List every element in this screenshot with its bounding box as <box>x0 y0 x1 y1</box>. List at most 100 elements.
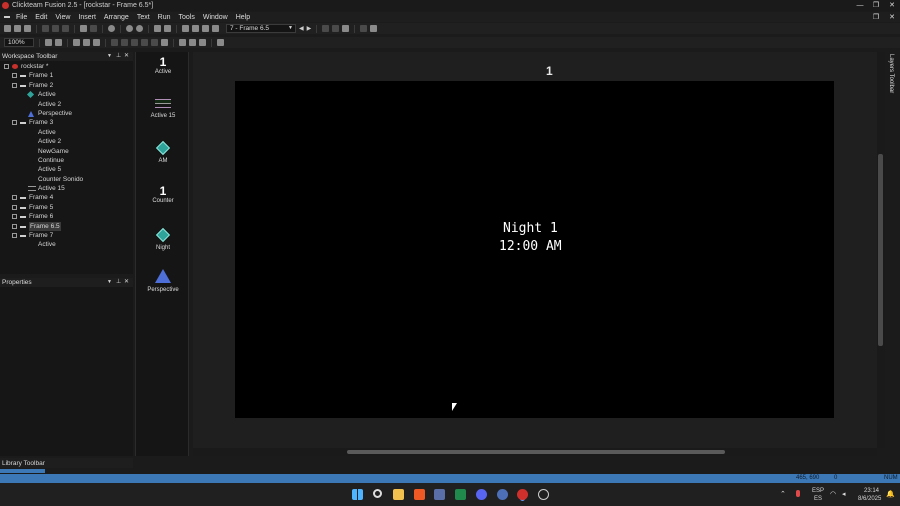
tree-object[interactable]: Active 15 <box>0 184 133 193</box>
object-item[interactable]: 1 Counter <box>136 184 190 204</box>
frame-editor-icon[interactable] <box>164 25 171 32</box>
save-icon[interactable] <box>24 25 31 32</box>
menu-file[interactable]: File <box>16 14 27 21</box>
open-icon[interactable] <box>14 25 21 32</box>
align-right-icon[interactable] <box>199 39 206 46</box>
close-button[interactable]: ✕ <box>884 0 900 11</box>
microphone-icon[interactable] <box>796 490 800 497</box>
tree-object[interactable]: Active 5 <box>0 165 133 174</box>
browser-icon[interactable] <box>497 489 508 500</box>
storyboard-icon[interactable] <box>154 25 161 32</box>
menu-edit[interactable]: Edit <box>35 14 47 21</box>
child-close-button[interactable]: ✕ <box>884 12 900 23</box>
vertical-scrollbar[interactable] <box>877 52 885 448</box>
forward-icon[interactable] <box>136 25 143 32</box>
tree-frame[interactable]: Frame 6 <box>0 212 133 221</box>
menu-text[interactable]: Text <box>137 14 150 21</box>
menu-view[interactable]: View <box>55 14 70 21</box>
expand-toggle-icon[interactable] <box>12 73 17 79</box>
menu-help[interactable]: Help <box>236 14 250 21</box>
tree-frame[interactable]: Frame 3 <box>0 118 133 127</box>
pin-icon[interactable]: ⊥ <box>116 278 121 285</box>
expand-toggle-icon[interactable] <box>12 233 17 239</box>
tree-frame[interactable]: Frame 1 <box>0 71 133 80</box>
font-icon[interactable] <box>111 39 118 46</box>
cut-icon[interactable] <box>42 25 49 32</box>
tree-object[interactable]: Counter Sonido <box>0 175 133 184</box>
tree-frame[interactable]: Frame 6.5 <box>0 221 133 232</box>
brave-browser-icon[interactable] <box>414 489 425 500</box>
tree-object[interactable]: Active <box>0 90 133 99</box>
tree-object[interactable]: Active 2 <box>0 137 133 146</box>
clickteam-fusion-icon[interactable] <box>517 489 528 500</box>
tree-object[interactable]: Continue <box>0 156 133 165</box>
copy-icon[interactable] <box>52 25 59 32</box>
object-item[interactable]: Active 15 <box>136 99 190 119</box>
maximize-button[interactable]: ❐ <box>868 0 884 11</box>
panel-close-icon[interactable]: ✕ <box>124 278 129 285</box>
excel-icon[interactable] <box>455 489 466 500</box>
object-item[interactable]: Perspective <box>136 269 190 293</box>
text-color-icon[interactable] <box>161 39 168 46</box>
tree-object[interactable]: Perspective <box>0 109 133 118</box>
bold-icon[interactable] <box>121 39 128 46</box>
file-explorer-icon[interactable] <box>393 489 404 500</box>
data-elements-icon[interactable] <box>202 25 209 32</box>
undo-icon[interactable] <box>80 25 87 32</box>
lang-bottom[interactable]: ES <box>814 496 822 502</box>
event-editor-icon[interactable] <box>182 25 189 32</box>
strike-icon[interactable] <box>151 39 158 46</box>
frame-action-4-icon[interactable] <box>360 25 368 32</box>
paste-icon[interactable] <box>62 25 69 32</box>
counter-object-outside[interactable]: 1 <box>546 64 553 78</box>
new-icon[interactable] <box>4 25 11 32</box>
expand-toggle-icon[interactable] <box>12 214 17 220</box>
expand-toggle-icon[interactable] <box>12 120 17 126</box>
underline-icon[interactable] <box>141 39 148 46</box>
night-text[interactable]: Night 1 <box>503 221 558 236</box>
next-frame-icon[interactable]: ▶ <box>307 25 312 32</box>
menu-tools[interactable]: Tools <box>179 14 195 21</box>
horizontal-scroll-thumb[interactable] <box>347 450 725 454</box>
menu-window[interactable]: Window <box>203 14 228 21</box>
event-list-icon[interactable] <box>192 25 199 32</box>
menu-run[interactable]: Run <box>158 14 171 21</box>
frame-action-1-icon[interactable] <box>322 25 330 32</box>
panel-close-icon[interactable]: ✕ <box>124 52 129 59</box>
help-icon[interactable] <box>108 25 115 32</box>
horizontal-scrollbar[interactable] <box>193 448 877 456</box>
time-text[interactable]: 12:00 AM <box>499 239 562 254</box>
tree-root[interactable]: rockstar * <box>0 62 133 71</box>
expand-toggle-icon[interactable] <box>12 82 17 88</box>
tree-frame[interactable]: Frame 4 <box>0 193 133 202</box>
grid-settings-icon[interactable] <box>83 39 90 46</box>
frame-action-2-icon[interactable] <box>332 25 340 32</box>
frame-action-3-icon[interactable] <box>342 25 350 32</box>
tree-object[interactable]: NewGame <box>0 147 133 156</box>
expand-toggle-icon[interactable] <box>12 223 17 229</box>
object-item[interactable]: Night <box>136 227 190 251</box>
frame-select-dropdown[interactable]: 7 - Frame 6.5 ▼ <box>226 24 296 33</box>
search-icon[interactable] <box>373 489 382 498</box>
frame-stage[interactable]: Night 1 12:00 AM <box>235 81 834 418</box>
lang-top[interactable]: ESP <box>812 488 824 494</box>
menu-app-icon[interactable] <box>4 16 10 18</box>
expand-toggle-icon[interactable] <box>12 195 17 201</box>
windows-start-icon[interactable] <box>352 489 363 500</box>
snap-icon[interactable] <box>93 39 100 46</box>
expand-toggle-icon[interactable] <box>12 204 17 210</box>
italic-icon[interactable] <box>131 39 138 46</box>
zoom-dropdown[interactable]: 100% <box>4 38 34 47</box>
tree-frame[interactable]: Frame 2 <box>0 81 133 90</box>
tree-object[interactable]: Active <box>0 240 133 249</box>
fit-icon[interactable] <box>217 39 224 46</box>
pin-icon[interactable]: ⊥ <box>116 52 121 59</box>
vertical-scroll-thumb[interactable] <box>878 154 883 346</box>
tree-frame[interactable]: Frame 7 <box>0 231 133 240</box>
pick-icon[interactable] <box>55 39 62 46</box>
panel-menu-icon[interactable]: ▼ <box>107 279 112 285</box>
menu-arrange[interactable]: Arrange <box>104 14 129 21</box>
tree-frame[interactable]: Frame 5 <box>0 203 133 212</box>
menu-insert[interactable]: Insert <box>78 14 96 21</box>
run-icon[interactable] <box>212 25 219 32</box>
